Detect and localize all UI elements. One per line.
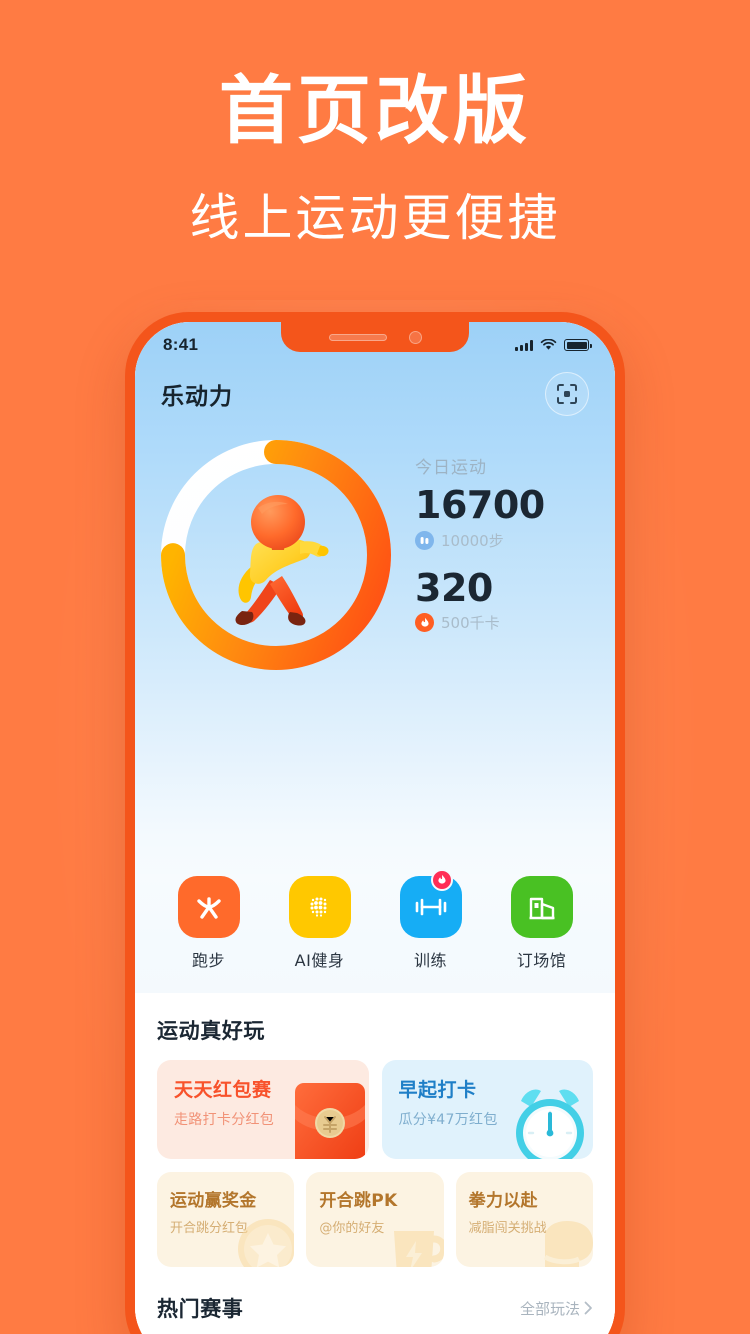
steps-goal-row: 10000步 <box>415 530 589 551</box>
flame-icon <box>415 613 434 633</box>
battery-icon <box>564 339 592 351</box>
mug-lightning-icon <box>393 1231 444 1267</box>
steps-goal-text: 10000步 <box>441 531 504 550</box>
quick-action-label: AI健身 <box>294 951 345 970</box>
quick-action-ai-fitness[interactable]: AI健身 <box>277 876 363 971</box>
status-bar-indicators <box>515 339 592 351</box>
card-daily-redpacket[interactable]: 天天红包赛 走路打卡分红包 <box>157 1060 369 1159</box>
app-header: 乐动力 <box>135 364 615 424</box>
scan-qr-icon <box>557 384 577 404</box>
fun-big-card-row: 天天红包赛 走路打卡分红包 早起打卡 瓜分¥47万红包 <box>157 1060 593 1159</box>
fun-section-title: 运动真好玩 <box>157 1019 265 1043</box>
today-stats: 今日运动 16700 10000步 320 500千卡 <box>401 453 589 658</box>
hot-section-title: 热门赛事 <box>157 1297 244 1321</box>
footsteps-icon <box>415 530 434 550</box>
running-person-icon <box>196 897 221 919</box>
quick-action-running[interactable]: 跑步 <box>166 876 252 971</box>
runner-character-illustration <box>235 495 329 626</box>
dumbbell-icon <box>415 898 446 916</box>
quick-action-label: 训练 <box>413 951 447 970</box>
hot-section-header: 热门赛事 全部玩法 <box>157 1293 593 1323</box>
quick-action-training[interactable]: 训练 <box>388 869 474 971</box>
hot-events-section: 热门赛事 全部玩法 <box>157 1267 593 1334</box>
chevron-right-icon <box>584 1301 592 1315</box>
card-title: 拳力以赴 <box>468 1191 538 1211</box>
promo-banner: 首页改版 线上运动更便捷 <box>0 0 750 250</box>
card-boxing-challenge[interactable]: 拳力以赴 减脂闯关挑战 <box>455 1172 593 1267</box>
venue-tile <box>510 876 573 938</box>
calories-value: 320 <box>415 565 493 610</box>
today-label: 今日运动 <box>415 457 487 478</box>
app-screen: 8:41 乐动力 今日运动 16700 10000步 320 500千卡 跑步 … <box>135 322 615 1334</box>
dot-grid-icon <box>310 897 326 917</box>
card-title: 开合跳PK <box>319 1191 398 1211</box>
scan-qr-button[interactable] <box>545 372 589 416</box>
hero-section: 8:41 乐动力 今日运动 16700 10000步 320 500千卡 <box>135 322 615 882</box>
steps-value: 16700 <box>415 482 545 527</box>
phone-screen-bezel: 8:41 乐动力 今日运动 16700 10000步 320 500千卡 跑步 … <box>135 322 615 1334</box>
training-tile <box>399 869 462 938</box>
star-coin-icon <box>238 1219 295 1267</box>
wifi-icon <box>540 339 557 350</box>
phone-mockup: 8:41 乐动力 今日运动 16700 10000步 320 500千卡 跑步 … <box>125 312 625 1334</box>
fun-section: 运动真好玩 天天红包赛 走路打卡分红包 早起打卡 瓜分¥47万红包 运动赢奖金 … <box>135 993 615 1334</box>
today-summary: 今日运动 16700 10000步 320 500千卡 <box>135 424 615 680</box>
red-envelope-icon <box>294 1083 365 1159</box>
promo-subtitle: 线上运动更便捷 <box>189 188 561 247</box>
phone-notch <box>281 322 469 352</box>
ai-fitness-tile <box>288 876 351 938</box>
fun-section-header: 运动真好玩 <box>157 1015 593 1045</box>
earpiece-speaker <box>328 333 387 341</box>
alarm-clock-icon <box>516 1089 584 1159</box>
card-title: 运动赢奖金 <box>170 1191 257 1211</box>
quick-action-venue[interactable]: 订场馆 <box>499 876 585 971</box>
card-morning-checkin[interactable]: 早起打卡 瓜分¥47万红包 <box>381 1060 593 1159</box>
flame-badge-icon <box>430 869 453 891</box>
calories-goal-row: 500千卡 <box>415 612 589 633</box>
promo-title: 首页改版 <box>219 68 531 154</box>
all-playstyles-label: 全部玩法 <box>519 1299 580 1318</box>
signal-bars-icon <box>515 339 533 351</box>
quick-actions-bar: 跑步 AI健身 训练 订场馆 <box>135 869 615 993</box>
card-win-bonus[interactable]: 运动赢奖金 开合跳分红包 <box>157 1172 295 1267</box>
front-camera-icon <box>408 330 422 344</box>
activity-ring[interactable] <box>151 430 401 680</box>
quick-action-label: 订场馆 <box>516 951 567 970</box>
quick-action-label: 跑步 <box>191 951 225 970</box>
boxing-glove-icon <box>543 1221 593 1267</box>
venue-building-icon <box>529 897 554 920</box>
calories-goal-text: 500千卡 <box>441 614 500 633</box>
app-brand-title: 乐动力 <box>161 384 233 410</box>
card-jumping-pk[interactable]: 开合跳PK @你的好友 <box>306 1172 444 1267</box>
status-bar-time: 8:41 <box>163 335 199 354</box>
all-playstyles-link[interactable]: 全部玩法 <box>520 1298 593 1319</box>
fun-small-card-row: 运动赢奖金 开合跳分红包 开合跳PK @你的好友 拳力以赴 减脂闯关挑战 <box>157 1172 593 1267</box>
running-tile <box>177 876 240 938</box>
